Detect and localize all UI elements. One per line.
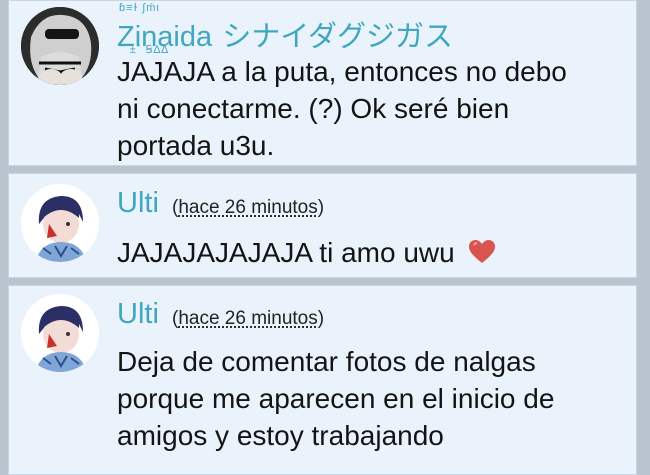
message-line: JAJAJA a la puta, entonces no debo xyxy=(117,56,567,87)
time-text: hace 26 minutos xyxy=(178,308,318,329)
avatar-image xyxy=(21,7,99,85)
author-name[interactable]: Ulti xyxy=(117,298,159,331)
avatar-image xyxy=(21,294,99,372)
comment-card: Ulti (hace 26 minutos) JAJAJAJAJAJA ti a… xyxy=(8,173,637,278)
author-name[interactable]: Ulti xyxy=(117,187,159,220)
time-text: hace 26 minutos xyxy=(178,197,318,218)
heart-icon xyxy=(468,236,496,273)
comment-message: JAJAJA a la puta, entonces no debo ni co… xyxy=(117,53,567,164)
message-line: JAJAJAJAJAJA ti amo uwu xyxy=(117,237,455,268)
comment-timestamp: (hace 26 minutos) xyxy=(172,197,324,219)
message-line: portada u3u. xyxy=(117,130,275,161)
time-paren-close: ) xyxy=(317,308,325,329)
message-line: amigos y estoy trabajando xyxy=(117,420,444,451)
comment-card: Ulti (hace 26 minutos) Deja de comentar … xyxy=(8,285,637,475)
comment-message: JAJAJAJAJAJA ti amo uwu xyxy=(117,234,496,273)
comment-message: Deja de comentar fotos de nalgas porque … xyxy=(117,343,554,454)
message-line: Deja de comentar fotos de nalgas xyxy=(117,346,536,377)
message-line: porque me aparecen en el inicio de xyxy=(117,383,555,414)
avatar[interactable] xyxy=(21,7,99,85)
author-name-suffix[interactable]: シナイダグジガス xyxy=(222,21,453,53)
time-paren-close: ) xyxy=(317,197,325,218)
avatar[interactable] xyxy=(21,184,99,262)
comment-timestamp: (hace 26 minutos) xyxy=(172,308,324,330)
avatar-image xyxy=(21,184,99,262)
avatar[interactable] xyxy=(21,294,99,372)
comment-card: ɓ≡ɫ ∫ḿι Zinaida シナイダグジガス ˆ ±ˆ Ꞩ∆∆ JAJAJ… xyxy=(8,0,637,166)
message-line: ni conectarme. (?) Ok seré bien xyxy=(117,93,510,124)
